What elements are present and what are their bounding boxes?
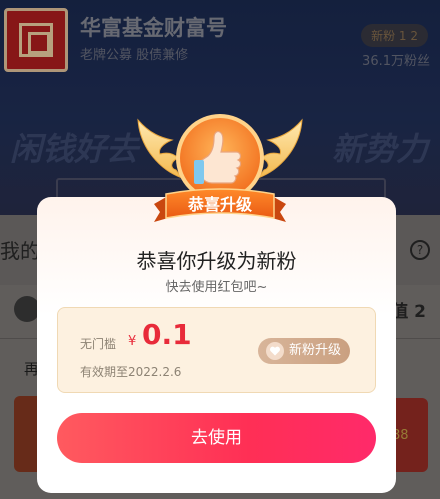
upgrade-modal: 恭喜你升级为新粉 快去使用红包吧~ 无门槛 ¥ 0.1 有效期至2022.2.6… <box>37 197 396 493</box>
coupon-currency: ¥ <box>128 334 137 349</box>
modal-title: 恭喜你升级为新粉 <box>136 249 297 273</box>
heart-icon <box>266 342 284 360</box>
coupon-threshold: 无门槛 <box>80 337 117 351</box>
left-wing-icon <box>137 118 184 180</box>
fan-upgrade-tag: 新粉升级 <box>258 338 351 364</box>
right-wing-icon <box>256 118 303 180</box>
badge-label: 恭喜升级 <box>187 195 253 214</box>
coupon-card: 无门槛 ¥ 0.1 有效期至2022.2.6 新粉升级 <box>57 307 376 393</box>
coupon-expiry: 有效期至2022.2.6 <box>80 365 182 379</box>
fan-upgrade-label: 新粉升级 <box>289 343 342 358</box>
upgrade-badge-emblem: 恭喜升级 <box>137 114 303 222</box>
coupon-amount: 0.1 <box>142 318 192 351</box>
use-now-button[interactable]: 去使用 <box>57 413 376 463</box>
modal-subtitle: 快去使用红包吧~ <box>165 280 268 295</box>
